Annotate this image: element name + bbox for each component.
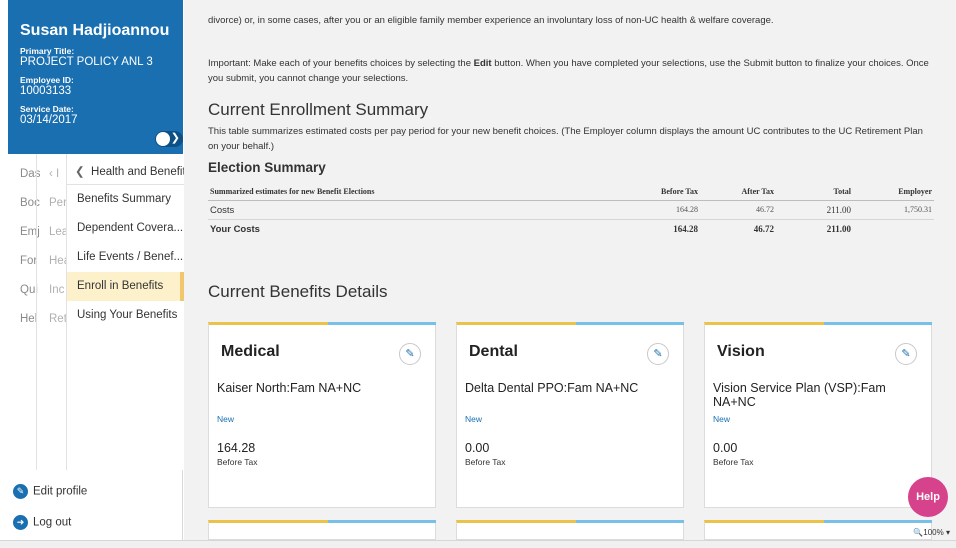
sidebar-item-life-events[interactable]: Life Events / Benef... — [67, 243, 184, 272]
pencil-icon: ✎ — [405, 348, 415, 360]
pencil-icon: ✎ — [13, 484, 28, 499]
card-title: Dental — [469, 343, 518, 360]
sidebar-item-dependent-coverage[interactable]: Dependent Covera... — [67, 214, 184, 243]
important-text: Important: Make each of your benefits ch… — [208, 56, 936, 86]
sub-nav-item[interactable]: Inc — [49, 284, 67, 296]
benefit-card-vision: Vision ✎ Vision Service Plan (VSP):Fam N… — [704, 322, 932, 508]
pencil-icon: ✎ — [901, 348, 911, 360]
benefit-card-dental: Dental ✎ Delta Dental PPO:Fam NA+NC New … — [456, 322, 684, 508]
card-status: New — [713, 414, 731, 424]
log-out-label: Log out — [33, 516, 72, 529]
column-header: Total — [833, 187, 852, 196]
primary-title-value: PROJECT POLICY ANL 3 — [20, 56, 153, 68]
main-content: divorce) or, in some cases, after you or… — [184, 0, 956, 540]
table-header-row: Summarized estimates for new Benefit Ele… — [208, 183, 934, 201]
log-out-icon: ➜ — [13, 515, 28, 530]
sidebar: Susan Hadjioannou Primary Title: PROJECT… — [0, 0, 191, 540]
service-date-label: Service Date: — [20, 104, 74, 114]
edit-profile-label: Edit profile — [33, 485, 88, 498]
card-amount-label: Before Tax — [465, 457, 506, 467]
main-nav-item[interactable]: Hel — [20, 313, 37, 325]
enrollment-summary-heading: Current Enrollment Summary — [208, 100, 429, 119]
employee-id-value: 10003133 — [20, 85, 72, 97]
pencil-icon: ✎ — [653, 348, 663, 360]
row-label: Your Costs — [210, 224, 260, 235]
card-status: New — [217, 414, 235, 424]
column-header: Before Tax — [661, 187, 698, 196]
help-button[interactable]: Help — [908, 477, 948, 517]
edit-button[interactable]: ✎ — [647, 343, 669, 365]
column-header: After Tax — [741, 187, 774, 196]
back-button[interactable]: ❮ Health and Benefits — [67, 154, 191, 185]
card-amount-label: Before Tax — [713, 457, 754, 467]
profile-panel: Susan Hadjioannou Primary Title: PROJECT… — [8, 0, 183, 154]
card-amount: 0.00 — [465, 441, 490, 455]
benefit-card-medical: Medical ✎ Kaiser North:Fam NA+NC New 164… — [208, 322, 436, 508]
important-edit-word: Edit — [473, 58, 492, 69]
zoom-icon: 🔍 — [913, 528, 924, 537]
cell-after-tax: 46.72 — [753, 224, 774, 234]
toggle-knob — [156, 132, 170, 146]
profile-toggle[interactable]: ❯ — [155, 131, 183, 147]
cell-after-tax: 46.72 — [756, 205, 774, 214]
cell-employer: 1,750.31 — [904, 205, 932, 214]
intro-text: divorce) or, in some cases, after you or… — [208, 15, 774, 26]
sub-nav: ‹ I Per Lea Hea Inc Ret — [36, 154, 67, 470]
edit-button[interactable]: ✎ — [399, 343, 421, 365]
benefit-card-partial — [456, 520, 684, 540]
cell-before-tax: 164.28 — [676, 205, 698, 214]
benefits-details-heading: Current Benefits Details — [208, 282, 388, 301]
card-amount: 164.28 — [217, 441, 256, 455]
primary-title-label: Primary Title: — [20, 46, 75, 56]
chevron-left-icon: ❮ — [75, 166, 92, 178]
main-nav-item[interactable]: For — [20, 255, 37, 267]
card-title: Vision — [717, 343, 765, 360]
zoom-level: 100% — [923, 528, 944, 537]
sub-nav-item[interactable]: Lea — [49, 226, 67, 238]
sub-nav-item[interactable]: Per — [49, 197, 67, 209]
status-bar — [0, 540, 956, 548]
column-header: Summarized estimates for new Benefit Ele… — [210, 187, 375, 196]
back-label: Health and Benefits — [91, 166, 192, 178]
sub-nav-item[interactable]: Ret — [49, 313, 67, 325]
benefit-card-partial — [208, 520, 436, 540]
cell-before-tax: 164.28 — [673, 224, 698, 234]
card-plan: Delta Dental PPO:Fam NA+NC — [465, 381, 639, 395]
row-label: Costs — [210, 205, 235, 216]
sub-nav-item[interactable]: ‹ I — [49, 168, 67, 180]
log-out-link[interactable]: ➜ Log out — [8, 507, 183, 537]
edit-profile-link[interactable]: ✎ Edit profile — [8, 476, 183, 506]
sidebar-item-benefits-summary[interactable]: Benefits Summary — [67, 185, 184, 214]
important-prefix: Important: Make each of your benefits ch… — [208, 58, 474, 69]
benefit-card-partial — [704, 520, 932, 540]
cell-total: 211.00 — [826, 205, 851, 215]
sub-nav-item[interactable]: Hea — [49, 255, 67, 267]
enrollment-summary-description: This table summarizes estimated costs pe… — [208, 126, 923, 152]
zoom-control[interactable]: 🔍100% ▾ — [913, 528, 950, 537]
edit-button[interactable]: ✎ — [895, 343, 917, 365]
card-amount: 0.00 — [713, 441, 738, 455]
service-date-value: 03/14/2017 — [20, 114, 78, 126]
sidebar-item-using-your-benefits[interactable]: Using Your Benefits — [67, 301, 184, 330]
card-status: New — [465, 414, 483, 424]
cell-total: 211.00 — [826, 224, 851, 234]
column-header: Employer — [898, 187, 932, 196]
table-row: Your Costs 164.28 46.72 211.00 — [208, 220, 934, 239]
card-plan: Vision Service Plan (VSP):Fam NA+NC — [713, 381, 886, 409]
card-amount-label: Before Tax — [217, 457, 258, 467]
election-summary-heading: Election Summary — [208, 160, 326, 175]
employee-id-label: Employee ID: — [20, 75, 74, 85]
sidebar-item-enroll-in-benefits[interactable]: Enroll in Benefits — [67, 272, 184, 301]
card-plan: Kaiser North:Fam NA+NC — [217, 381, 362, 395]
card-title: Medical — [221, 343, 280, 360]
chevron-right-icon: ❯ — [170, 132, 180, 144]
election-summary-table: Summarized estimates for new Benefit Ele… — [208, 183, 934, 239]
profile-name: Susan Hadjioannou — [20, 22, 170, 39]
health-benefits-nav: ❮ Health and Benefits Benefits Summary D… — [66, 154, 191, 470]
table-row: Costs 164.28 46.72 211.00 1,750.31 — [208, 201, 934, 220]
